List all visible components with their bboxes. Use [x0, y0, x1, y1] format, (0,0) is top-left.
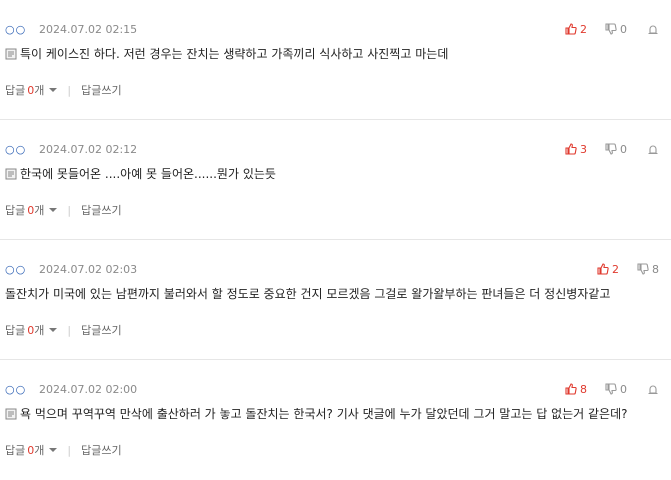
upvote-count: 3 — [580, 142, 587, 156]
thumbs-up-icon — [565, 143, 577, 155]
comment-item: ○○ 2024.07.02 02:12 3 0 한국에 못들어온 ....아예 … — [0, 120, 671, 240]
thumbs-down-icon — [605, 23, 617, 35]
comment-date: 2024.07.02 02:12 — [39, 142, 138, 156]
upvote-button[interactable]: 2 — [565, 23, 587, 36]
thumbs-down-icon — [605, 383, 617, 395]
comment-text: 특이 케이스진 하다. 저런 경우는 잔치는 생략하고 가족끼리 식사하고 사진… — [20, 47, 449, 61]
comment-date: 2024.07.02 02:15 — [39, 22, 138, 36]
downvote-button[interactable]: 0 — [605, 143, 627, 156]
divider: | — [67, 203, 72, 217]
upvote-button[interactable]: 3 — [565, 143, 587, 156]
reply-count: 0 — [27, 323, 35, 337]
report-button[interactable] — [647, 383, 659, 395]
siren-icon — [648, 385, 658, 395]
reply-unit: 개 — [34, 444, 45, 457]
reply-toggle[interactable]: 답글 0개 — [5, 442, 58, 458]
comment-body: 돌잔치가 미국에 있는 남편까지 불러와서 할 정도로 중요한 건지 모르겠음 … — [5, 285, 610, 302]
upvote-count: 2 — [580, 22, 587, 36]
reply-unit: 개 — [34, 324, 45, 337]
divider: | — [67, 323, 72, 337]
reply-toggle[interactable]: 답글 0개 — [5, 202, 58, 218]
upvote-button[interactable]: 2 — [597, 263, 619, 276]
vote-bar: 2 0 — [565, 21, 659, 37]
divider: | — [67, 443, 72, 457]
reply-label: 답글 — [5, 444, 26, 457]
comment-list: ○○ 2024.07.02 02:15 2 0 특이 케이스진 하다. 저런 경… — [0, 0, 671, 480]
comment-header: ○○ 2024.07.02 02:12 — [5, 141, 137, 157]
vote-bar: 3 0 — [565, 141, 659, 157]
report-button[interactable] — [647, 143, 659, 155]
report-button[interactable] — [647, 23, 659, 35]
reply-unit: 개 — [34, 84, 45, 97]
vote-bar: 8 0 — [565, 381, 659, 397]
upvote-count: 8 — [580, 382, 587, 396]
comment-footer: 답글 0개 | 답글쓰기 — [5, 322, 122, 338]
reply-label: 답글 — [5, 84, 26, 97]
write-reply-link[interactable]: 답글쓰기 — [81, 442, 121, 458]
comment-header: ○○ 2024.07.02 02:00 — [5, 381, 137, 397]
write-reply-link[interactable]: 답글쓰기 — [81, 202, 121, 218]
mobile-post-icon — [5, 408, 17, 419]
comment-footer: 답글 0개 | 답글쓰기 — [5, 202, 122, 218]
reply-label: 답글 — [5, 204, 26, 217]
siren-icon — [648, 25, 658, 35]
thumbs-up-icon — [597, 263, 609, 275]
comment-date: 2024.07.02 02:00 — [39, 382, 138, 396]
comment-header: ○○ 2024.07.02 02:03 — [5, 261, 137, 277]
comment-author[interactable]: ○○ — [5, 263, 39, 276]
write-reply-link[interactable]: 답글쓰기 — [81, 82, 121, 98]
comment-footer: 답글 0개 | 답글쓰기 — [5, 82, 122, 98]
caret-down-icon — [49, 448, 58, 452]
comment-header: ○○ 2024.07.02 02:15 — [5, 21, 137, 37]
caret-down-icon — [49, 88, 58, 92]
reply-count: 0 — [27, 443, 35, 457]
mobile-post-icon — [5, 48, 17, 59]
downvote-button[interactable]: 0 — [605, 383, 627, 396]
downvote-count: 0 — [620, 22, 627, 36]
comment-author[interactable]: ○○ — [5, 383, 39, 396]
comment-body: 욕 먹으며 꾸역꾸역 만삭에 출산하러 가 놓고 돌잔치는 한국서? 기사 댓글… — [5, 405, 628, 422]
upvote-button[interactable]: 8 — [565, 383, 587, 396]
mobile-post-icon — [5, 168, 17, 179]
downvote-count: 0 — [620, 382, 627, 396]
comment-text: 한국에 못들어온 ....아예 못 들어온......뭔가 있는듯 — [20, 167, 276, 181]
comment-body: 한국에 못들어온 ....아예 못 들어온......뭔가 있는듯 — [5, 165, 276, 182]
caret-down-icon — [49, 208, 58, 212]
reply-unit: 개 — [34, 204, 45, 217]
downvote-count: 0 — [620, 142, 627, 156]
vote-bar: 2 8 — [597, 261, 659, 277]
reply-count: 0 — [27, 203, 35, 217]
reply-toggle[interactable]: 답글 0개 — [5, 322, 58, 338]
comment-item: ○○ 2024.07.02 02:03 2 8 돌잔치가 미국에 있는 남편까지… — [0, 240, 671, 360]
comment-item: ○○ 2024.07.02 02:00 8 0 욕 먹으며 꾸역꾸역 만삭에 출… — [0, 360, 671, 480]
comment-author[interactable]: ○○ — [5, 143, 39, 156]
reply-label: 답글 — [5, 324, 26, 337]
thumbs-up-icon — [565, 23, 577, 35]
reply-toggle[interactable]: 답글 0개 — [5, 82, 58, 98]
thumbs-down-icon — [605, 143, 617, 155]
thumbs-down-icon — [637, 263, 649, 275]
comment-author[interactable]: ○○ — [5, 23, 39, 36]
comment-body: 특이 케이스진 하다. 저런 경우는 잔치는 생략하고 가족끼리 식사하고 사진… — [5, 45, 448, 62]
comment-item: ○○ 2024.07.02 02:15 2 0 특이 케이스진 하다. 저런 경… — [0, 0, 671, 120]
comment-footer: 답글 0개 | 답글쓰기 — [5, 442, 122, 458]
downvote-button[interactable]: 8 — [637, 263, 659, 276]
comment-text: 돌잔치가 미국에 있는 남편까지 불러와서 할 정도로 중요한 건지 모르겠음 … — [5, 287, 611, 301]
siren-icon — [648, 145, 658, 155]
caret-down-icon — [49, 328, 58, 332]
upvote-count: 2 — [612, 262, 619, 276]
comment-date: 2024.07.02 02:03 — [39, 262, 138, 276]
thumbs-up-icon — [565, 383, 577, 395]
comment-text: 욕 먹으며 꾸역꾸역 만삭에 출산하러 가 놓고 돌잔치는 한국서? 기사 댓글… — [20, 407, 628, 421]
downvote-button[interactable]: 0 — [605, 23, 627, 36]
downvote-count: 8 — [652, 262, 659, 276]
write-reply-link[interactable]: 답글쓰기 — [81, 322, 121, 338]
reply-count: 0 — [27, 83, 35, 97]
divider: | — [67, 83, 72, 97]
